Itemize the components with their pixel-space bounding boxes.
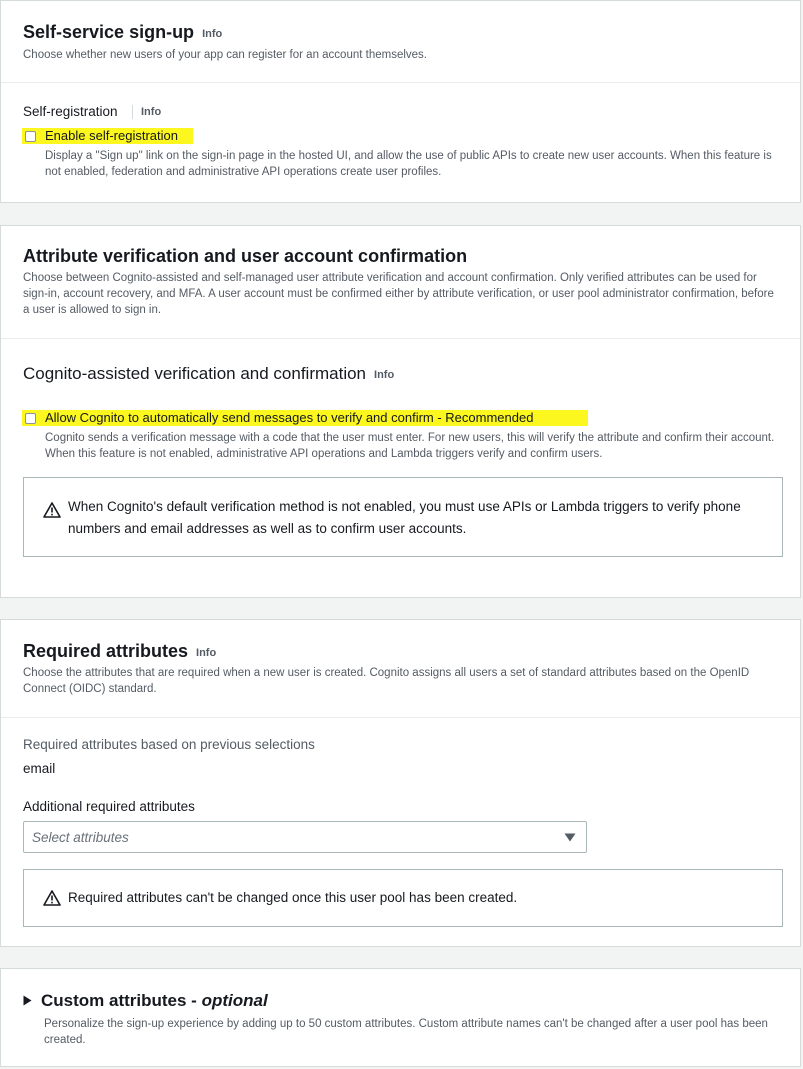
- enable-self-registration-label[interactable]: Enable self-registration: [45, 128, 178, 143]
- required-attributes-panel: Required attributes Info Choose the attri…: [0, 619, 801, 947]
- custom-attributes-description: Personalize the sign-up experience by ad…: [44, 1018, 768, 1046]
- caret-down-icon: [564, 833, 576, 842]
- self-service-title: Self-service sign-up: [23, 22, 195, 42]
- cognito-verify-help: Cognito sends a verification message wit…: [45, 432, 775, 460]
- verification-warning-text: When Cognito's default verification meth…: [68, 499, 741, 536]
- custom-attributes-panel: Custom attributes - optional Personalize…: [0, 968, 801, 1067]
- cognito-assisted-subtitle: Cognito-assisted verification and confir…: [23, 364, 367, 383]
- additional-attributes-label: Additional required attributes: [23, 799, 195, 814]
- self-service-signup-panel: Self-service sign-up Info Choose whether …: [0, 0, 801, 203]
- attribute-verification-panel: Attribute verification and user account …: [0, 225, 801, 598]
- info-link[interactable]: Info: [141, 106, 161, 118]
- required-attributes-title: Required attributes: [23, 641, 189, 661]
- required-attributes-alert: Required attributes can't be changed onc…: [23, 869, 783, 927]
- required-attributes-alert-text: Required attributes can't be changed onc…: [68, 890, 518, 905]
- select-attributes-dropdown[interactable]: Select attributes: [23, 821, 587, 853]
- cognito-verify-checkbox[interactable]: [25, 413, 36, 424]
- self-service-description: Choose whether new users of your app can…: [23, 49, 427, 61]
- info-link[interactable]: Info: [202, 28, 222, 40]
- self-service-header: Self-service sign-up Info Choose whether …: [1, 1, 800, 83]
- attribute-verification-title: Attribute verification and user account …: [23, 246, 468, 266]
- required-attributes-header: Required attributes Info Choose the attri…: [1, 620, 800, 718]
- custom-attributes-title: Custom attributes -: [41, 991, 202, 1010]
- warning-icon: [43, 890, 61, 906]
- attribute-verification-description: Choose between Cognito-assisted and self…: [23, 272, 774, 316]
- select-attributes-placeholder: Select attributes: [32, 830, 129, 845]
- required-based-value: email: [23, 761, 56, 776]
- required-based-label: Required attributes based on previous se…: [23, 737, 315, 752]
- warning-icon: [43, 502, 61, 518]
- self-registration-help: Display a "Sign up" link on the sign-in …: [45, 150, 772, 178]
- info-link[interactable]: Info: [374, 369, 394, 381]
- enable-self-registration-checkbox[interactable]: [25, 131, 36, 142]
- custom-attributes-toggle[interactable]: Custom attributes - optional: [23, 990, 268, 1012]
- self-registration-subtitle: Self-registration: [23, 104, 118, 119]
- required-attributes-description: Choose the attributes that are required …: [23, 667, 750, 695]
- cognito-verify-label[interactable]: Allow Cognito to automatically send mess…: [45, 410, 533, 425]
- caret-right-icon: [23, 995, 32, 1006]
- verification-warning-alert: When Cognito's default verification meth…: [23, 477, 783, 557]
- info-link[interactable]: Info: [196, 647, 216, 659]
- custom-attributes-optional: optional: [201, 991, 268, 1010]
- attribute-verification-header: Attribute verification and user account …: [1, 226, 800, 339]
